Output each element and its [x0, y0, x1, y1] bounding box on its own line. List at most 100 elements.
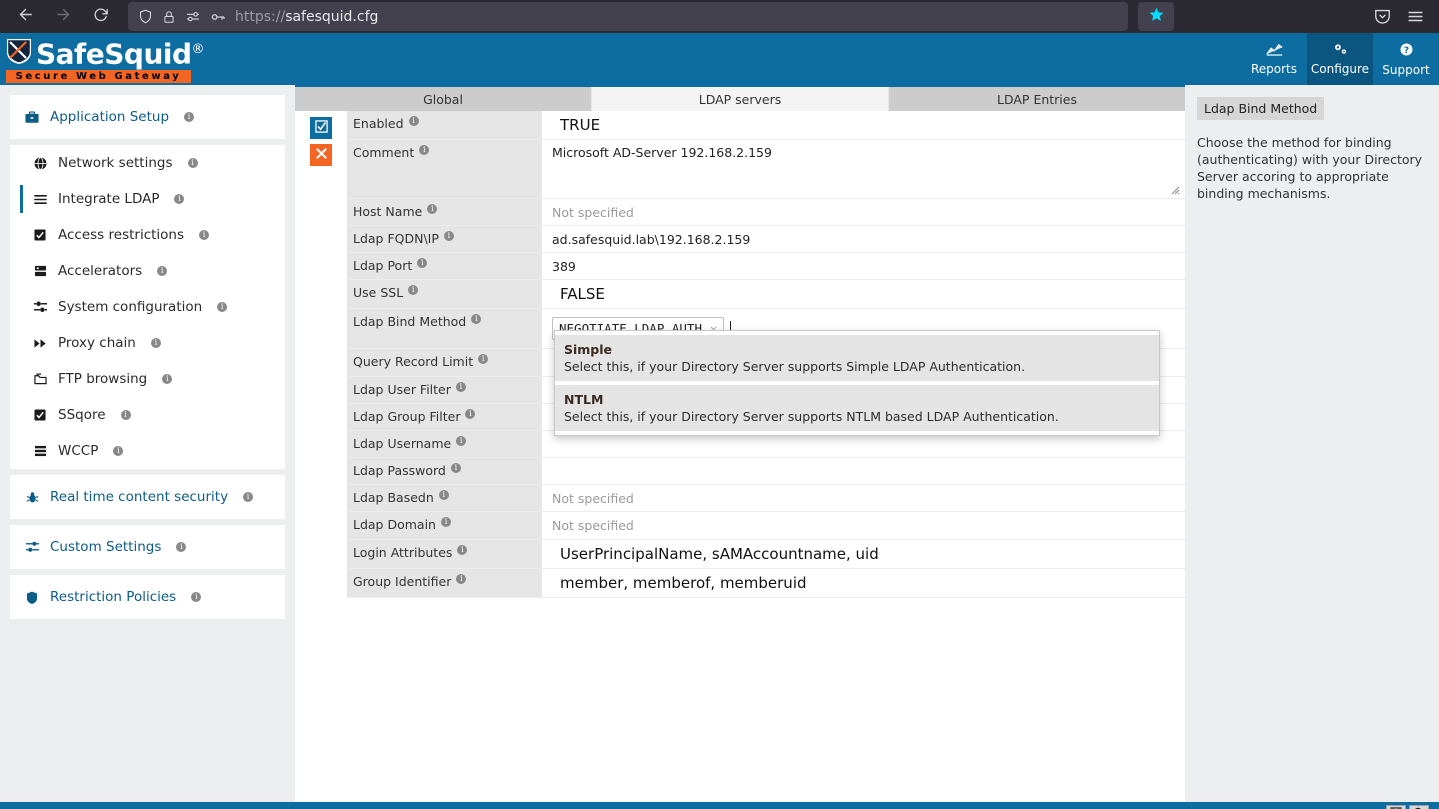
sidebar-group-main: Network settings i Integrate LDAP i Acce… [10, 145, 285, 469]
bind-method-autocomplete-dropdown[interactable]: Simple Select this, if your Directory Se… [554, 330, 1160, 436]
sidebar-item-restriction-policies[interactable]: Restriction Policies i [10, 575, 285, 619]
info-icon[interactable]: i [443, 231, 454, 242]
info-icon[interactable]: i [450, 463, 461, 474]
sidebar-group-custom-settings: Custom Settings i [10, 525, 285, 569]
nav-reports[interactable]: Reports [1241, 33, 1307, 85]
info-icon[interactable]: i [419, 145, 430, 155]
brand-logo[interactable]: SafeSquid® Secure Web Gateway [0, 35, 204, 84]
field-label: Group Identifier i [347, 568, 542, 597]
url-host: safesquid.cfg [285, 8, 379, 25]
info-icon[interactable]: i [456, 435, 467, 446]
info-icon[interactable]: i [408, 285, 419, 296]
info-icon[interactable]: i [438, 490, 449, 501]
browser-toolbar: https://safesquid.cfg [0, 0, 1439, 33]
sidebar-item-wccp[interactable]: WCCP i [10, 433, 285, 469]
sidebar-item-access-restrictions[interactable]: Access restrictions i [10, 217, 285, 253]
sidebar-item-label: Integrate LDAP [58, 191, 160, 207]
save-button[interactable] [1386, 805, 1406, 809]
forward-button[interactable] [46, 3, 80, 31]
ldap-fqdn-ip-input[interactable]: ad.safesquid.lab\192.168.2.159 [542, 226, 1185, 252]
info-icon[interactable]: i [162, 374, 173, 384]
resize-handle-icon[interactable] [1169, 184, 1180, 195]
info-icon[interactable]: i [187, 158, 198, 168]
info-icon[interactable]: i [457, 544, 468, 555]
field-label: Use SSL i [347, 280, 542, 309]
info-icon[interactable]: i [440, 517, 451, 528]
status-bar: Fri Jun 17 2022 19:27:00 GMT+0530 (India… [0, 802, 1439, 809]
ldap-password-input[interactable] [542, 458, 1185, 484]
sidebar-item-system-configuration[interactable]: System configuration i [10, 289, 285, 325]
comment-textarea[interactable]: Microsoft AD-Server 192.168.2.159 [542, 140, 1185, 198]
info-icon[interactable]: i [478, 354, 489, 365]
nav-support[interactable]: ? Support [1373, 33, 1439, 85]
info-icon[interactable]: i [417, 258, 428, 269]
back-button[interactable] [8, 3, 42, 31]
info-icon[interactable]: i [456, 573, 467, 584]
ldap-domain-input[interactable]: Not specified [542, 512, 1185, 538]
dropdown-option-simple[interactable]: Simple Select this, if your Directory Se… [555, 335, 1159, 385]
info-icon[interactable]: i [184, 112, 195, 122]
nav-support-label: Support [1382, 62, 1430, 77]
url-text[interactable]: https://safesquid.cfg [235, 9, 378, 25]
sidebar-item-application-setup[interactable]: Application Setup i [10, 95, 285, 139]
ldap-server-form: Enabled i TRUE Comment i Microsoft AD-Serv… [347, 111, 1185, 802]
info-icon[interactable]: i [176, 542, 187, 552]
field-label: Ldap Password i [347, 458, 542, 485]
info-icon[interactable]: i [427, 204, 438, 214]
sidebar-item-network-settings[interactable]: Network settings i [10, 145, 285, 181]
bookmark-button[interactable] [1138, 2, 1174, 31]
tab-ldap-servers[interactable]: LDAP servers [592, 87, 889, 111]
info-icon[interactable]: i [150, 338, 161, 348]
info-icon[interactable]: i [465, 408, 476, 419]
hamburger-menu-icon[interactable] [1406, 7, 1425, 26]
delete-entry-button[interactable] [310, 144, 332, 166]
field-label: Host Name i [347, 199, 542, 226]
info-icon[interactable]: i [455, 381, 466, 392]
sliders-icon [24, 541, 40, 553]
enabled-value[interactable]: TRUE [542, 111, 1185, 139]
info-icon[interactable]: i [243, 492, 254, 502]
sidebar-item-custom-settings[interactable]: Custom Settings i [10, 525, 285, 569]
form-row-group-identifier: Group Identifier i member, memberof, memb… [347, 568, 1185, 598]
tab-bar: Global LDAP servers LDAP Entries [295, 85, 1185, 111]
info-icon[interactable]: i [157, 266, 168, 276]
host-name-input[interactable]: Not specified [542, 199, 1185, 225]
nav-configure-label: Configure [1310, 62, 1370, 76]
pocket-icon[interactable] [1373, 7, 1392, 26]
sidebar-item-ftp-browsing[interactable]: FTP browsing i [10, 361, 285, 397]
lock-icon[interactable] [162, 10, 176, 24]
sidebar-item-ssqore[interactable]: SSqore i [10, 397, 285, 433]
sidebar-item-integrate-ldap[interactable]: Integrate LDAP i [10, 181, 285, 217]
sidebar-item-proxy-chain[interactable]: Proxy chain i [10, 325, 285, 361]
nav-configure[interactable]: Configure [1307, 33, 1373, 85]
group-identifier-value[interactable]: member, memberof, memberuid [542, 569, 1185, 597]
ldap-basedn-input[interactable]: Not specified [542, 485, 1185, 511]
shield-icon [24, 591, 40, 604]
info-icon[interactable]: i [191, 592, 202, 602]
login-attributes-value[interactable]: UserPrincipalName, sAMAccountname, uid [542, 540, 1185, 568]
sidebar-item-accelerators[interactable]: Accelerators i [10, 253, 285, 289]
permissions-icon[interactable] [185, 9, 201, 25]
use-ssl-value[interactable]: FALSE [542, 280, 1185, 308]
info-icon[interactable]: i [408, 116, 419, 126]
enable-entry-button[interactable] [310, 117, 332, 139]
form-row-enabled: Enabled i TRUE [347, 111, 1185, 140]
info-icon[interactable]: i [174, 194, 185, 204]
info-icon[interactable]: i [120, 410, 131, 420]
reload-button[interactable] [84, 3, 118, 31]
shield-icon[interactable] [138, 9, 153, 24]
info-icon[interactable]: i [471, 314, 482, 325]
field-label: Ldap FQDN\IP i [347, 226, 542, 253]
info-icon[interactable]: i [217, 302, 228, 312]
search-button[interactable] [1409, 805, 1429, 809]
tab-global[interactable]: Global [295, 87, 592, 111]
tab-ldap-entries[interactable]: LDAP Entries [889, 87, 1185, 111]
address-bar[interactable]: https://safesquid.cfg [128, 2, 1128, 31]
ldap-port-input[interactable]: 389 [542, 253, 1185, 279]
key-icon[interactable] [210, 9, 226, 25]
sidebar-item-real-time-content-security[interactable]: Real time content security i [10, 475, 285, 519]
dropdown-option-ntlm[interactable]: NTLM Select this, if your Directory Serv… [555, 385, 1159, 431]
field-label: Ldap Port i [347, 253, 542, 280]
info-icon[interactable]: i [113, 446, 124, 456]
info-icon[interactable]: i [199, 230, 210, 240]
